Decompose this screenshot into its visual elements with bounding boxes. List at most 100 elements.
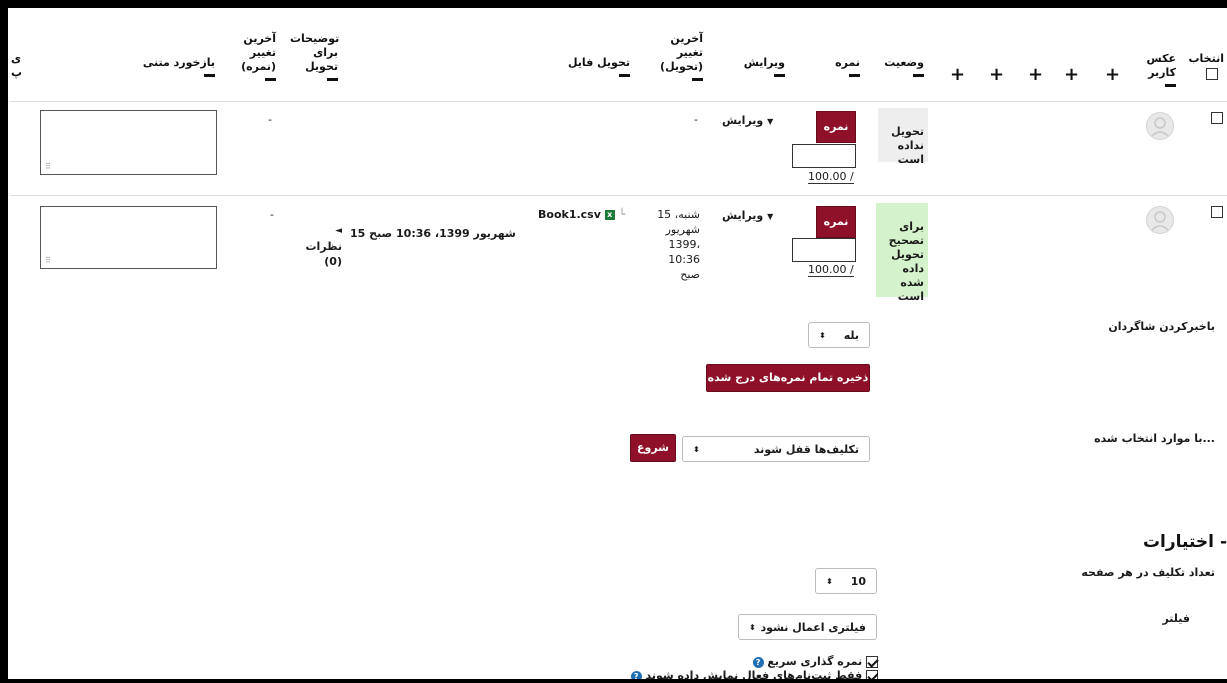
per-page-select[interactable]: ⬍ 10 xyxy=(815,568,877,594)
row-1-feedback-textarea[interactable]: ⠿ xyxy=(40,110,217,175)
row-1-grade-max: 100.00 / xyxy=(808,170,854,184)
notify-students-label: باخبرکردن شاگردان xyxy=(1108,320,1215,333)
header-grade[interactable]: نمره xyxy=(820,56,860,77)
comments-expand-icon[interactable]: ◄ xyxy=(335,226,342,236)
tree-branch-icon: └ xyxy=(618,208,626,221)
expand-column-2-icon[interactable]: + xyxy=(1064,64,1079,85)
row-1-status: تحویل نداده است xyxy=(878,108,928,166)
collapse-status-icon[interactable] xyxy=(913,74,924,77)
select-arrows-icon: ⬍ xyxy=(693,444,700,454)
row-2-last-modified-grade: - xyxy=(270,208,274,221)
row-1-last-modified-grade: - xyxy=(268,113,272,126)
quick-grading-option[interactable]: ? نمره گذاری سریع xyxy=(740,655,878,668)
filter-label: فیلتر xyxy=(1162,612,1190,625)
row-2-edit-label: ویرایش xyxy=(722,209,764,222)
select-arrows-icon: ⬍ xyxy=(826,576,833,586)
header-last-modified-grade-label: آخرین تغییر (نمره) xyxy=(241,32,276,73)
header-edit-label: ویرایش xyxy=(743,56,785,69)
quick-grading-checkbox[interactable] xyxy=(866,656,878,668)
row-2-file-name[interactable]: Book1.csv xyxy=(538,208,601,221)
collapse-edit-icon[interactable] xyxy=(774,74,785,77)
expand-column-3-icon[interactable]: + xyxy=(1028,64,1043,85)
row-divider xyxy=(10,101,1227,102)
options-section-toggle[interactable]: اختیارات - xyxy=(1120,532,1227,552)
options-title: اختیارات xyxy=(1142,532,1215,552)
with-selected-label: با موارد انتخاب شده... xyxy=(1094,432,1215,445)
filter-select[interactable]: ⬍ فیلتری اعمال نشود xyxy=(738,614,877,640)
row-2-grade-input[interactable] xyxy=(792,238,856,262)
header-edit[interactable]: ویرایش xyxy=(730,56,785,77)
collapse-last-modified-grade-icon[interactable] xyxy=(265,78,276,81)
select-arrows-icon: ⬍ xyxy=(819,330,826,340)
resize-grip-icon[interactable]: ⠿ xyxy=(45,163,51,171)
header-cut-column-label: ی پ xyxy=(11,52,21,79)
header-feedback-comments-label: بازخورد متنی xyxy=(142,56,215,69)
header-file-submissions-label: تحویل فایل xyxy=(567,56,630,69)
collapse-section-icon: - xyxy=(1219,532,1227,552)
row-2-comments-label: نظرات (0) xyxy=(305,240,342,268)
select-all-checkbox[interactable] xyxy=(1206,68,1218,80)
help-icon[interactable]: ? xyxy=(630,670,642,679)
header-status[interactable]: وضعیت xyxy=(874,56,924,77)
row-1-select-checkbox[interactable] xyxy=(1211,112,1223,124)
row-2-status: برای تصحیح تحویل داده شده است xyxy=(876,203,928,303)
user-icon xyxy=(1150,211,1170,232)
quick-grading-label: نمره گذاری سریع xyxy=(767,655,863,668)
row-2-submission-date: 15 شهریور 1399، 10:36 صبح xyxy=(350,227,516,240)
row-2-select-checkbox[interactable] xyxy=(1211,206,1223,218)
active-only-option[interactable]: ? فقط ثبت‌نام‌های فعال نمایش داده شوند xyxy=(600,668,878,679)
active-only-checkbox[interactable] xyxy=(866,670,878,679)
expand-column-1-icon[interactable]: + xyxy=(1105,64,1120,85)
header-user-picture[interactable]: عکس کاربر xyxy=(1130,38,1176,101)
row-2-feedback-textarea[interactable]: ⠿ xyxy=(40,206,217,269)
row-1-edit-menu[interactable]: ویرایش ▼ xyxy=(722,113,773,129)
row-2-last-modified-submission: شنبه، 15 شهریور 1399، 10:36 صبح xyxy=(657,208,700,281)
header-last-modified-grade[interactable]: آخرین تغییر (نمره) xyxy=(238,18,276,95)
collapse-file-submissions-icon[interactable] xyxy=(619,74,630,77)
row-1-user-avatar[interactable] xyxy=(1146,112,1174,140)
select-arrows-icon: ⬍ xyxy=(749,622,756,632)
bulk-action-go-button[interactable]: شروع xyxy=(630,434,676,462)
row-2-file-link[interactable]: Book1.csv x └ xyxy=(538,207,625,222)
caret-down-icon: ▼ xyxy=(767,212,774,221)
notify-students-select[interactable]: ⬍ بله xyxy=(808,322,870,348)
save-all-grades-button[interactable]: ذخیره تمام نمره‌های درج شده xyxy=(706,364,870,392)
screenshot-frame-bottom xyxy=(0,679,1227,683)
collapse-submission-comments-icon[interactable] xyxy=(327,78,338,81)
expand-column-5-icon[interactable]: + xyxy=(950,64,965,85)
header-last-modified-submission-label: آخرین تغییر (تحویل) xyxy=(660,32,703,73)
header-status-label: وضعیت xyxy=(884,56,924,69)
filter-value: فیلتری اعمال نشود xyxy=(760,620,866,634)
help-icon[interactable]: ? xyxy=(752,656,764,668)
header-submission-comments-label: توضیحات برای تحویل xyxy=(290,32,340,73)
collapse-last-modified-submission-icon[interactable] xyxy=(692,78,703,81)
active-only-label: فقط ثبت‌نام‌های فعال نمایش داده شوند xyxy=(645,669,863,679)
row-1-edit-label: ویرایش xyxy=(722,114,764,127)
row-1-last-modified-submission: - xyxy=(694,113,698,126)
bulk-action-select[interactable]: ⬍ تکلیف‌ها قفل شوند xyxy=(682,436,870,462)
collapse-feedback-comments-icon[interactable] xyxy=(204,74,215,77)
bulk-action-value: تکلیف‌ها قفل شوند xyxy=(753,442,859,456)
expand-column-4-icon[interactable]: + xyxy=(989,64,1004,85)
header-cut-column: ی پ xyxy=(11,38,21,80)
collapse-grade-icon[interactable] xyxy=(849,74,860,77)
header-submission-comments[interactable]: توضیحات برای تحویل xyxy=(290,18,340,95)
header-last-modified-submission[interactable]: آخرین تغییر (تحویل) xyxy=(655,18,703,95)
user-icon xyxy=(1150,117,1170,138)
row-2-user-avatar[interactable] xyxy=(1146,206,1174,234)
row-1-grade-input[interactable] xyxy=(792,144,856,168)
screenshot-frame-top xyxy=(0,0,1227,8)
row-2-edit-menu[interactable]: ویرایش ▼ xyxy=(722,208,773,224)
resize-grip-icon[interactable]: ⠿ xyxy=(45,257,51,265)
header-select: انتخاب xyxy=(1180,52,1224,80)
header-user-picture-label: عکس کاربر xyxy=(1146,52,1176,79)
row-1-grade-button[interactable]: نمره xyxy=(816,111,856,143)
row-1-status-label: تحویل نداده است xyxy=(891,125,924,166)
row-2-grade-button[interactable]: نمره xyxy=(816,206,856,238)
row-2-comments-toggle[interactable]: ◄ نظرات (0) xyxy=(290,207,342,269)
header-file-submissions[interactable]: تحویل فایل xyxy=(560,56,630,77)
row-2-grade-max: 100.00 / xyxy=(808,263,854,277)
notify-students-value: بله xyxy=(843,328,859,342)
collapse-user-picture-icon[interactable] xyxy=(1165,84,1176,87)
header-feedback-comments[interactable]: بازخورد متنی xyxy=(140,56,215,77)
